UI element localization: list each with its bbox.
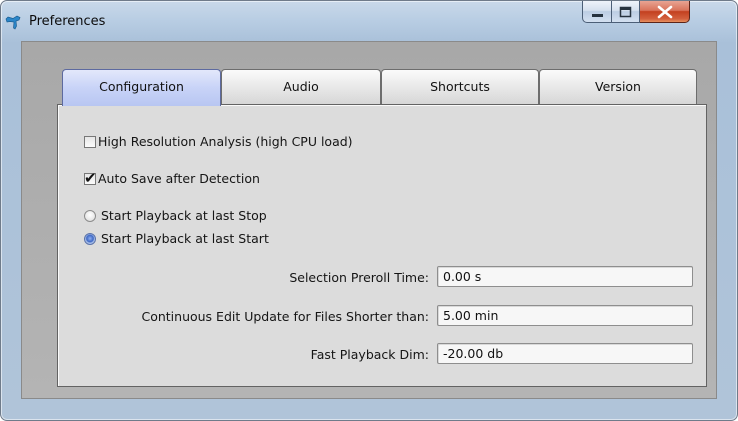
playback-last-start-label: Start Playback at last Start <box>101 231 269 246</box>
close-button[interactable] <box>640 1 690 23</box>
auto-save-checkbox[interactable]: ✔ <box>84 168 97 187</box>
playback-last-stop-option[interactable]: Start Playback at last Stop <box>84 208 267 223</box>
checkmark-icon: ✔ <box>84 168 97 187</box>
preroll-time-input[interactable]: 0.00 s <box>437 266 693 287</box>
playback-last-start-option[interactable]: Start Playback at last Start <box>84 231 269 246</box>
title-bar[interactable]: Preferences <box>1 1 737 41</box>
high-resolution-label: High Resolution Analysis (high CPU load) <box>98 134 353 149</box>
minimize-button[interactable] <box>582 1 612 23</box>
tab-version[interactable]: Version <box>539 69 697 105</box>
tab-audio[interactable]: Audio <box>221 69 381 105</box>
auto-save-label: Auto Save after Detection <box>98 171 260 186</box>
preroll-time-label: Selection Preroll Time: <box>289 270 429 285</box>
auto-save-option[interactable]: ✔ Auto Save after Detection <box>84 168 260 187</box>
high-resolution-option[interactable]: High Resolution Analysis (high CPU load) <box>84 134 353 149</box>
tab-shortcuts[interactable]: Shortcuts <box>381 69 539 105</box>
playback-last-start-radio[interactable] <box>84 232 96 245</box>
fast-playback-dim-input[interactable]: -20.00 db <box>437 343 693 364</box>
playback-last-stop-label: Start Playback at last Stop <box>101 208 267 223</box>
maximize-button[interactable] <box>612 1 640 23</box>
window-controls <box>582 1 690 23</box>
app-logo-icon <box>4 13 22 31</box>
playback-last-stop-radio[interactable] <box>84 209 96 222</box>
continuous-edit-label: Continuous Edit Update for Files Shorter… <box>141 309 429 324</box>
window-title: Preferences <box>29 14 106 29</box>
fast-playback-dim-label: Fast Playback Dim: <box>310 347 429 362</box>
high-resolution-checkbox[interactable] <box>84 135 96 148</box>
tab-configuration[interactable]: Configuration <box>62 69 221 106</box>
continuous-edit-input[interactable]: 5.00 min <box>437 305 693 326</box>
